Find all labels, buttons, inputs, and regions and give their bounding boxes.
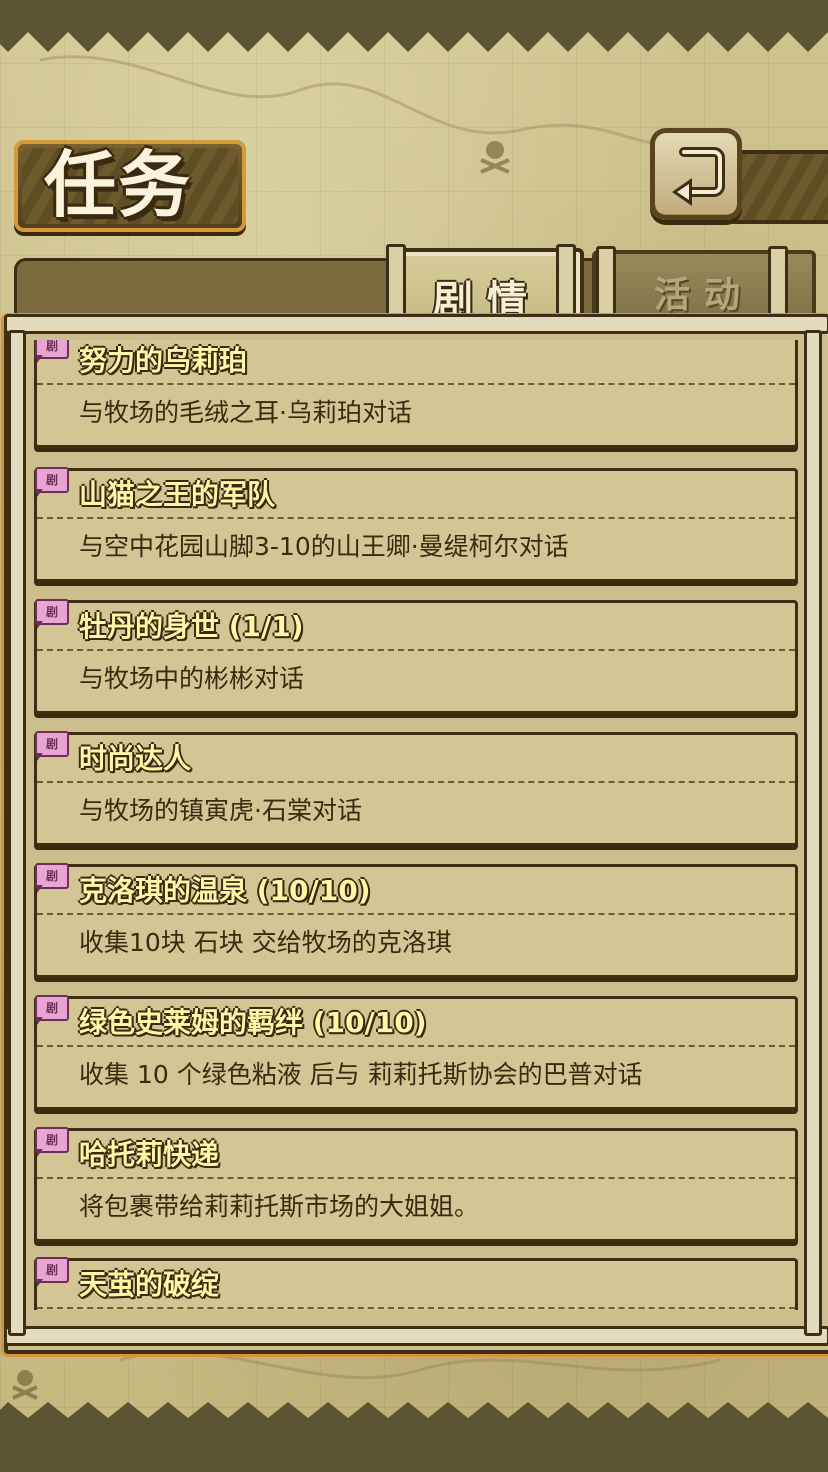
story-badge-icon: 剧	[35, 1257, 69, 1287]
quest-description: 将包裹带给莉莉托斯市场的大姐姐。	[79, 1192, 480, 1221]
quest-description: 与空中花园山脚3-10的山王卿·曼缇柯尔对话	[79, 532, 569, 561]
quest-description: 与牧场中的彬彬对话	[79, 664, 305, 693]
skull-crossbones-icon	[12, 1370, 38, 1400]
back-arrow-icon	[672, 147, 725, 206]
story-badge-icon: 剧	[35, 467, 69, 497]
quest-title: 时尚达人	[79, 742, 192, 775]
quest-list[interactable]: 剧 努力的乌莉珀 与牧场的毛绒之耳·乌莉珀对话 剧 山猫之王的军队 与空中花园山…	[24, 340, 804, 1310]
quest-description: 收集10块 石块 交给牧场的克洛琪	[79, 928, 452, 957]
story-badge-icon: 剧	[35, 863, 69, 893]
quest-title: 牡丹的身世 (1/1)	[79, 610, 304, 643]
skull-crossbones-icon	[480, 141, 510, 174]
quest-title: 山猫之王的军队	[79, 478, 276, 511]
back-button[interactable]	[650, 128, 742, 220]
quest-title: 天茧的破绽	[79, 1268, 220, 1301]
torn-edge-top	[0, 0, 828, 52]
quest-item[interactable]: 剧 努力的乌莉珀 与牧场的毛绒之耳·乌莉珀对话	[34, 340, 798, 448]
quest-title: 绿色史莱姆的羁绊 (10/10)	[79, 1006, 427, 1039]
torn-edge-bottom	[0, 1402, 828, 1472]
quest-description: 与牧场的镇寅虎·石棠对话	[79, 796, 362, 825]
quest-item[interactable]: 剧 哈托莉快递 将包裹带给莉莉托斯市场的大姐姐。	[34, 1127, 798, 1242]
story-badge-icon: 剧	[35, 599, 69, 629]
story-badge-icon: 剧	[35, 340, 69, 363]
quest-description: 收集 10 个绿色粘液 后与 莉莉托斯协会的巴普对话	[79, 1060, 643, 1089]
panel-frame-top	[4, 314, 828, 334]
quest-item[interactable]: 剧 天茧的破绽	[34, 1257, 798, 1310]
panel-frame-right	[804, 330, 822, 1336]
quest-item[interactable]: 剧 牡丹的身世 (1/1) 与牧场中的彬彬对话	[34, 599, 798, 714]
page-title: 任务	[44, 143, 193, 227]
quest-title: 哈托莉快递	[79, 1138, 220, 1171]
story-badge-icon: 剧	[35, 1127, 69, 1157]
story-badge-icon: 剧	[35, 731, 69, 761]
story-badge-icon: 剧	[35, 995, 69, 1025]
quest-item[interactable]: 剧 山猫之王的军队 与空中花园山脚3-10的山王卿·曼缇柯尔对话	[34, 467, 798, 582]
quest-description: 与牧场的毛绒之耳·乌莉珀对话	[79, 398, 412, 427]
quest-item[interactable]: 剧 克洛琪的温泉 (10/10) 收集10块 石块 交给牧场的克洛琪	[34, 863, 798, 978]
quest-title: 努力的乌莉珀	[79, 344, 248, 377]
panel-frame-bottom	[4, 1326, 828, 1346]
quest-title: 克洛琪的温泉 (10/10)	[79, 874, 371, 907]
quest-item[interactable]: 剧 时尚达人 与牧场的镇寅虎·石棠对话	[34, 731, 798, 846]
quest-item[interactable]: 剧 绿色史莱姆的羁绊 (10/10) 收集 10 个绿色粘液 后与 莉莉托斯协会…	[34, 995, 798, 1110]
